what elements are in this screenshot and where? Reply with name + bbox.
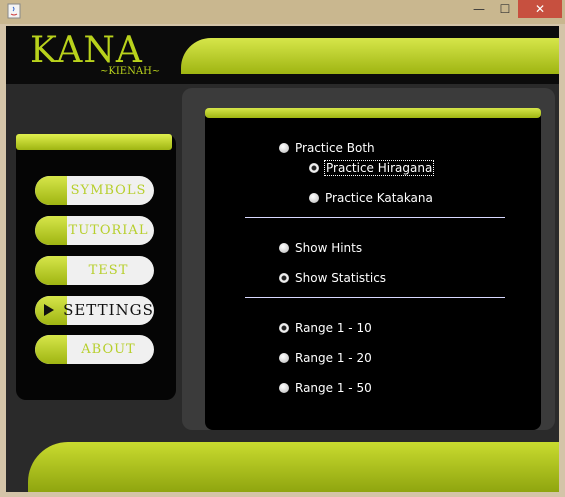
nav-symbols-button[interactable]: SYMBOLS bbox=[35, 176, 154, 205]
range-10-label: Range 1 - 10 bbox=[295, 321, 372, 335]
radio-icon bbox=[279, 143, 289, 153]
footer bbox=[6, 434, 559, 492]
show-statistics-label: Show Statistics bbox=[295, 271, 387, 285]
window-titlebar: — ☐ ✕ bbox=[0, 0, 565, 24]
nav-test-button[interactable]: TEST bbox=[35, 256, 154, 285]
radio-selected-icon bbox=[309, 163, 319, 173]
radio-icon bbox=[279, 383, 289, 393]
divider bbox=[245, 217, 505, 218]
practice-both-label: Practice Both bbox=[295, 141, 375, 155]
radio-icon bbox=[279, 353, 289, 363]
footer-decoration bbox=[28, 442, 559, 492]
maximize-button[interactable]: ☐ bbox=[492, 0, 518, 18]
radio-selected-icon bbox=[279, 323, 289, 333]
range-20-label: Range 1 - 20 bbox=[295, 351, 372, 365]
sidebar: SYMBOLS TUTORIAL TEST SETTINGS ABOUT bbox=[16, 134, 176, 400]
header: KANA ~KIENAH~ bbox=[6, 26, 559, 84]
logo-title: KANA bbox=[30, 30, 143, 71]
logo-subtitle: ~KIENAH~ bbox=[100, 66, 161, 77]
main-area: SYMBOLS TUTORIAL TEST SETTINGS ABOUT Pra… bbox=[6, 84, 559, 434]
radio-selected-icon bbox=[279, 273, 289, 283]
radio-icon bbox=[279, 243, 289, 253]
content-decoration bbox=[205, 108, 541, 118]
app-window: KANA ~KIENAH~ SYMBOLS TUTORIAL TEST SETT… bbox=[6, 26, 559, 492]
practice-katakana-label: Practice Katakana bbox=[325, 191, 433, 205]
header-decoration bbox=[181, 38, 559, 74]
sidebar-decoration bbox=[16, 134, 172, 150]
nav-test-label: TEST bbox=[88, 263, 129, 278]
nav-about-label: ABOUT bbox=[81, 342, 136, 357]
close-button[interactable]: ✕ bbox=[518, 0, 562, 18]
minimize-button[interactable]: — bbox=[466, 0, 492, 18]
nav-tutorial-label: TUTORIAL bbox=[68, 223, 149, 238]
nav-tutorial-button[interactable]: TUTORIAL bbox=[35, 216, 154, 245]
nav-about-button[interactable]: ABOUT bbox=[35, 335, 154, 364]
range-50-label: Range 1 - 50 bbox=[295, 381, 372, 395]
java-app-icon bbox=[7, 3, 21, 19]
practice-hiragana-label: Practice Hiragana bbox=[323, 160, 435, 176]
nav-symbols-label: SYMBOLS bbox=[70, 183, 147, 198]
nav-settings-label: SETTINGS bbox=[63, 301, 154, 319]
radio-icon bbox=[309, 193, 319, 203]
divider bbox=[245, 297, 505, 298]
nav-settings-button[interactable]: SETTINGS bbox=[35, 296, 154, 325]
play-arrow-icon bbox=[44, 304, 54, 316]
settings-panel bbox=[205, 110, 541, 430]
show-hints-label: Show Hints bbox=[295, 241, 363, 255]
